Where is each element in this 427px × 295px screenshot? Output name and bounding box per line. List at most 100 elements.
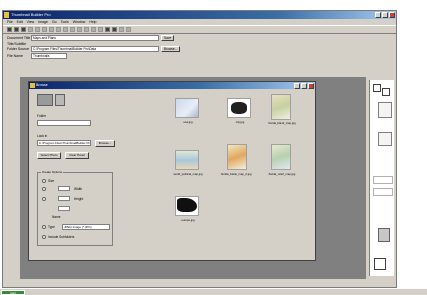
zoom-in-icon[interactable] [105,27,110,32]
folder-label: Folder [37,114,47,118]
rotate-icon[interactable] [63,27,68,32]
property-swatch-3[interactable] [374,258,386,270]
window-title: Thumbnail Builder Pro [11,12,51,17]
include-subfolders-label: Include Subfolders [48,235,75,239]
save-icon[interactable] [21,27,26,32]
type-label: Type [48,225,55,229]
type-radio[interactable] [42,225,46,229]
size-label: Size [48,179,55,183]
create-options-title: Create Options [41,170,64,174]
form-row-folder: Folder Source C:\Program Files\Thumbnail… [7,46,181,52]
form-row-filename: File Name Thumbnails [7,53,67,59]
thumbnail-label: city.jpg [235,120,245,124]
dialog-title: Browse [36,83,48,87]
dialog-minimize-button[interactable] [294,83,300,89]
height-label: Height [74,197,84,201]
width-field[interactable] [58,186,70,191]
redo-icon[interactable] [56,27,61,32]
dialog-close-button[interactable] [308,83,314,89]
height-field[interactable] [58,196,70,201]
document-form: Document Title Maps and Plans Save Title… [3,35,396,59]
thumbnail-label: europe.jpg [181,218,195,222]
preview-image [37,94,53,106]
folder-source-field[interactable]: C:\Program Files\ThumbnailBuilder Pro\Da… [31,46,159,52]
flip-icon[interactable] [70,27,75,32]
thumbnail-usa[interactable] [175,98,199,118]
thumbnail-label: usa.jpg [183,120,193,124]
minimize-button[interactable] [375,12,381,18]
dialog-maximize-button[interactable] [301,83,307,89]
maximize-button[interactable] [382,12,388,18]
dialog-left-panel: Folder Look in C:\Program Files\Thumbnai… [33,90,161,258]
thumbnail-world-political-map[interactable] [175,150,199,170]
undo-icon[interactable] [49,27,54,32]
preview-image-2 [55,94,65,106]
crop-icon[interactable] [77,27,82,32]
close-button[interactable] [389,12,395,18]
start-button[interactable]: start [1,290,25,295]
zoom-out-icon[interactable] [112,27,117,32]
form-row-title: Document Title Maps and Plans Save [7,35,175,41]
thumbnail-florida-blank-map[interactable] [271,94,291,120]
folder-field[interactable] [37,120,91,126]
browse-button[interactable]: Browse... [161,46,181,52]
screen: Thumbnail Builder Pro File Edit View Ima… [0,0,427,295]
thumbnail-label: florida_relief_map.jpg [268,172,296,176]
select-photo-button[interactable]: Select Photo [37,152,61,159]
print-icon[interactable] [91,27,96,32]
document-title-label: Document Title [7,36,31,40]
folder-source-label: Folder Source [7,47,29,51]
thumbnail-label: florida_blank_map.jpg [268,121,296,125]
dialog-title-bar[interactable]: Browse [29,82,315,89]
document-title-field[interactable]: Maps and Plans [31,35,159,41]
right-properties-panel [369,80,394,276]
grid-icon[interactable] [126,27,131,32]
property-field-2[interactable] [373,188,393,196]
dialog-browse-button[interactable]: Browse... [95,140,115,147]
look-in-label: Look in [37,134,48,138]
paste-icon[interactable] [42,27,47,32]
thumbnail-florida-relief-map[interactable] [271,144,291,170]
create-options-group: Create Options Size Width Height Name Ty… [37,170,113,246]
height-radio[interactable] [42,197,46,201]
taskbar: start [0,288,427,295]
dialog-window-controls [294,83,314,89]
browse-dialog: Browse Folder Look in C:\Program Files\T… [28,81,316,261]
property-box-1[interactable] [378,102,392,118]
property-box-2[interactable] [378,132,392,146]
thumbnail-florida-blank-map-2[interactable] [227,144,247,170]
name-label: Name [52,215,61,219]
resize-icon[interactable] [84,27,89,32]
window-controls [375,12,395,18]
property-swatch[interactable] [373,84,381,92]
file-type-dropdown[interactable]: JPEG Image (*.JPG) [62,224,110,230]
toolbar [3,25,396,34]
cut-icon[interactable] [28,27,33,32]
include-subfolders-checkbox[interactable] [42,235,46,239]
path-field[interactable]: C:\Program Files\ThumbnailBuilder Pro\Da… [37,140,91,146]
size-radio[interactable] [42,179,46,183]
new-icon[interactable] [7,27,12,32]
save-button[interactable]: Save [161,35,175,41]
thumbnail-city[interactable] [227,98,251,118]
dialog-icon [30,83,35,88]
copy-icon[interactable] [35,27,40,32]
thumbnail-label: florida_blank_map_2.jpg [221,172,252,176]
property-swatch-2[interactable] [382,88,390,96]
thumbnail-label: world_political_map.jpg [173,172,203,176]
width-radio[interactable] [42,187,46,191]
property-button[interactable] [378,228,390,242]
title-bar[interactable]: Thumbnail Builder Pro [3,11,396,19]
fit-icon[interactable] [119,27,124,32]
email-icon[interactable] [98,27,103,32]
clear-panel-button[interactable]: Clear Panel [65,152,89,159]
thumbnail-europe[interactable] [175,196,199,216]
width-label: Width [74,187,83,191]
thumbnail-gallery: usa.jpg city.jpg florida_blank_map.jpg w… [171,90,313,260]
file-name-label: File Name [7,54,23,58]
file-name-field[interactable]: Thumbnails [31,53,67,59]
app-icon [4,12,9,18]
name-field[interactable] [58,206,70,211]
property-field-1[interactable] [373,176,393,184]
open-icon[interactable] [14,27,19,32]
